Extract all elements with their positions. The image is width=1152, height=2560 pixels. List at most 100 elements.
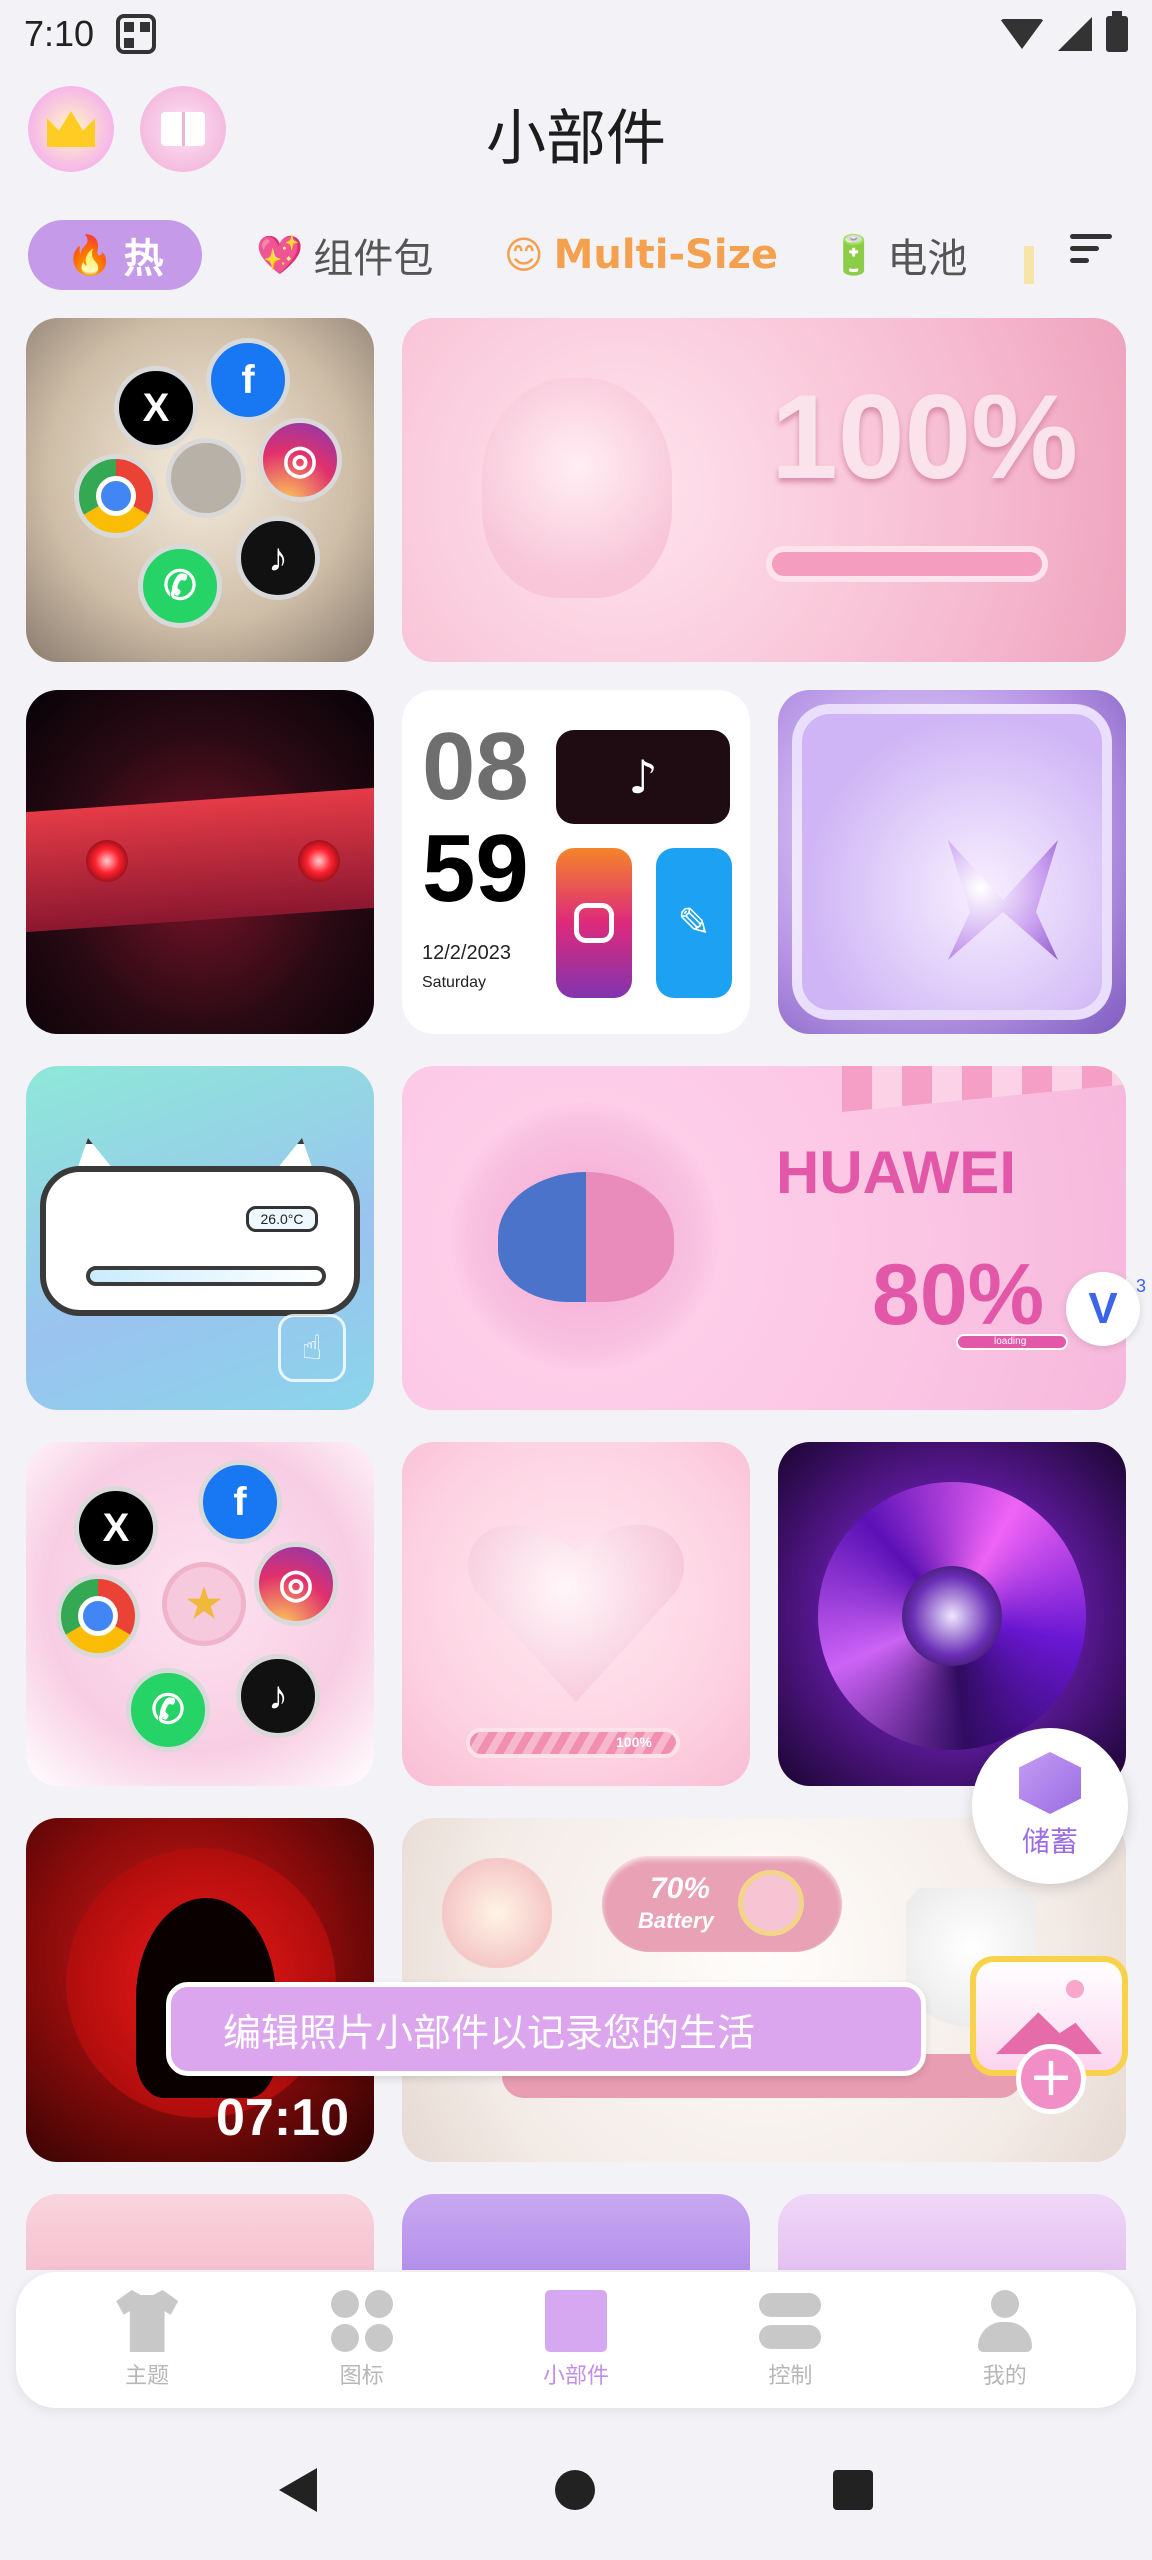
nav-label: 控制 bbox=[768, 2364, 813, 2389]
tab-multi-size[interactable]: 😊 Multi-Size bbox=[504, 220, 778, 290]
clover-icon bbox=[330, 2290, 393, 2352]
widget-purple-partial[interactable] bbox=[402, 2194, 750, 2270]
cat-progress-bar bbox=[86, 1266, 326, 1286]
battery-emoji-icon: 🔋 bbox=[830, 232, 878, 277]
pig-battery-bar bbox=[766, 546, 1048, 582]
vortex-core bbox=[902, 1566, 1002, 1666]
user-icon bbox=[974, 2290, 1036, 2352]
instagram-tile-icon bbox=[556, 848, 632, 998]
nav-item-theme[interactable]: 主题 bbox=[67, 2290, 227, 2390]
tab-overflow-hint bbox=[1024, 246, 1034, 284]
pig-illustration bbox=[482, 378, 672, 598]
tab-label: 组件包 bbox=[313, 236, 434, 282]
twitter-tile-icon: ✎ bbox=[656, 848, 732, 998]
back-icon[interactable] bbox=[279, 2468, 317, 2512]
whatsapp-icon: ✆ bbox=[138, 544, 222, 628]
clock-day: Saturday bbox=[422, 974, 487, 991]
tab-label: 电池 bbox=[887, 236, 968, 282]
tab-label: Multi-Size bbox=[553, 232, 778, 278]
clock-minute: 59 bbox=[422, 815, 529, 922]
nav-item-icons[interactable]: 图标 bbox=[282, 2290, 442, 2390]
x-icon: X bbox=[114, 366, 198, 450]
bottom-navigation: 主题 图标 小部件 控制 我的 bbox=[16, 2272, 1136, 2408]
heart-battery-percent: 100% bbox=[616, 1734, 652, 1750]
battery-icon bbox=[1106, 11, 1128, 52]
status-icons bbox=[1000, 11, 1128, 52]
cat-temperature: 26.0°C bbox=[246, 1206, 318, 1232]
cat-photo-icon bbox=[166, 438, 246, 518]
bow-knob bbox=[738, 1870, 804, 1936]
cake-battery-percent: 70% bbox=[650, 1872, 711, 1905]
qr-code-icon bbox=[116, 14, 157, 54]
status-time: 7:10 bbox=[24, 13, 95, 54]
toggle-icon bbox=[759, 2290, 822, 2352]
widget-lilac-partial[interactable] bbox=[778, 2194, 1126, 2270]
huawei-percent: 80% bbox=[872, 1247, 1045, 1343]
cake-illustration bbox=[442, 1858, 552, 1968]
widget-heart-battery[interactable]: 100% bbox=[402, 1442, 750, 1786]
itachi-time: 07:10 bbox=[216, 2089, 349, 2147]
loading-text: loading bbox=[994, 1336, 1027, 1347]
add-photo-button[interactable]: + bbox=[1016, 2044, 1086, 2114]
clock-date: 12/2/2023 bbox=[422, 942, 511, 964]
widget-cat-thermometer[interactable]: 26.0°C ☝ bbox=[26, 1066, 374, 1410]
nav-label: 图标 bbox=[339, 2364, 384, 2389]
signal-icon bbox=[1058, 17, 1092, 51]
nav-label: 我的 bbox=[982, 2364, 1027, 2389]
cube-icon bbox=[1019, 1752, 1081, 1814]
instagram-icon: ◎ bbox=[254, 1542, 338, 1626]
tiktok-icon: ♪ bbox=[236, 516, 320, 600]
huawei-brand: HUAWEI bbox=[776, 1139, 1016, 1206]
system-navigation bbox=[0, 2440, 1152, 2540]
tab-battery[interactable]: 🔋 电池 bbox=[830, 220, 967, 290]
edit-photo-toast: 编辑照片小部件以记录您的生活 bbox=[166, 1982, 926, 2076]
widget-butterfly[interactable] bbox=[778, 690, 1126, 1034]
wifi-icon bbox=[1000, 19, 1044, 49]
widget-pig-battery[interactable]: 100% bbox=[402, 318, 1126, 662]
sun-icon bbox=[1066, 1980, 1084, 1998]
chrome-icon bbox=[74, 454, 158, 538]
tiktok-tile-icon: ♪ bbox=[556, 730, 730, 824]
nav-label: 小部件 bbox=[542, 2364, 609, 2389]
nav-item-mine[interactable]: 我的 bbox=[925, 2290, 1085, 2390]
page-title: 小部件 bbox=[486, 104, 666, 174]
tshirt-icon bbox=[116, 2290, 179, 2352]
tab-widget-pack[interactable]: 💖 组件包 bbox=[256, 220, 433, 290]
sort-icon[interactable] bbox=[1070, 234, 1112, 270]
storage-button[interactable]: 储蓄 bbox=[972, 1728, 1128, 1884]
pig-battery-percent: 100% bbox=[771, 370, 1078, 504]
recents-icon[interactable] bbox=[833, 2470, 873, 2510]
widget-huawei-battery[interactable]: HUAWEI 80% loading bbox=[402, 1066, 1126, 1410]
sparkling-heart-icon: 💖 bbox=[256, 232, 304, 277]
tab-hot[interactable]: 🔥 热 bbox=[28, 220, 202, 290]
x-icon: X bbox=[74, 1486, 158, 1570]
widget-clock-apps[interactable]: 08 59 12/2/2023 Saturday ♪ ✎ bbox=[402, 690, 750, 1034]
touch-icon[interactable]: ☝ bbox=[278, 1314, 346, 1382]
app-header: 小部件 bbox=[0, 80, 1152, 180]
v-badge-count: 3 bbox=[1136, 1276, 1147, 1296]
star-emblem-icon: ★ bbox=[162, 1562, 246, 1646]
widget-anime-eyes[interactable] bbox=[26, 690, 374, 1034]
glass-frame bbox=[792, 704, 1112, 1020]
storage-label: 储蓄 bbox=[1021, 1825, 1078, 1858]
chrome-icon bbox=[56, 1574, 140, 1658]
bunting-decoration bbox=[842, 1066, 1126, 1112]
widget-app-ring-cat[interactable]: X f ◎ ♪ ✆ bbox=[26, 318, 374, 662]
facebook-icon: f bbox=[198, 1460, 282, 1544]
widget-pink-partial[interactable] bbox=[26, 2194, 374, 2270]
home-icon[interactable] bbox=[555, 2470, 595, 2510]
instagram-icon: ◎ bbox=[258, 418, 342, 502]
nav-item-control[interactable]: 控制 bbox=[710, 2290, 870, 2390]
tiktok-icon: ♪ bbox=[236, 1654, 320, 1738]
tab-label: 热 bbox=[123, 236, 164, 282]
v-badge-icon[interactable]: V bbox=[1066, 1272, 1140, 1346]
nav-item-widgets[interactable]: 小部件 bbox=[496, 2290, 656, 2390]
battery-pill bbox=[602, 1856, 842, 1952]
heart-icon bbox=[466, 1512, 686, 1702]
widget-app-ferris-wheel[interactable]: X f ◎ ★ ♪ ✆ bbox=[26, 1442, 374, 1786]
status-bar: 7:10 bbox=[0, 0, 1152, 68]
facebook-icon: f bbox=[206, 338, 290, 422]
eye-left bbox=[86, 840, 128, 882]
fire-icon: 🔥 bbox=[66, 232, 114, 277]
clock-hour: 08 bbox=[422, 713, 529, 820]
